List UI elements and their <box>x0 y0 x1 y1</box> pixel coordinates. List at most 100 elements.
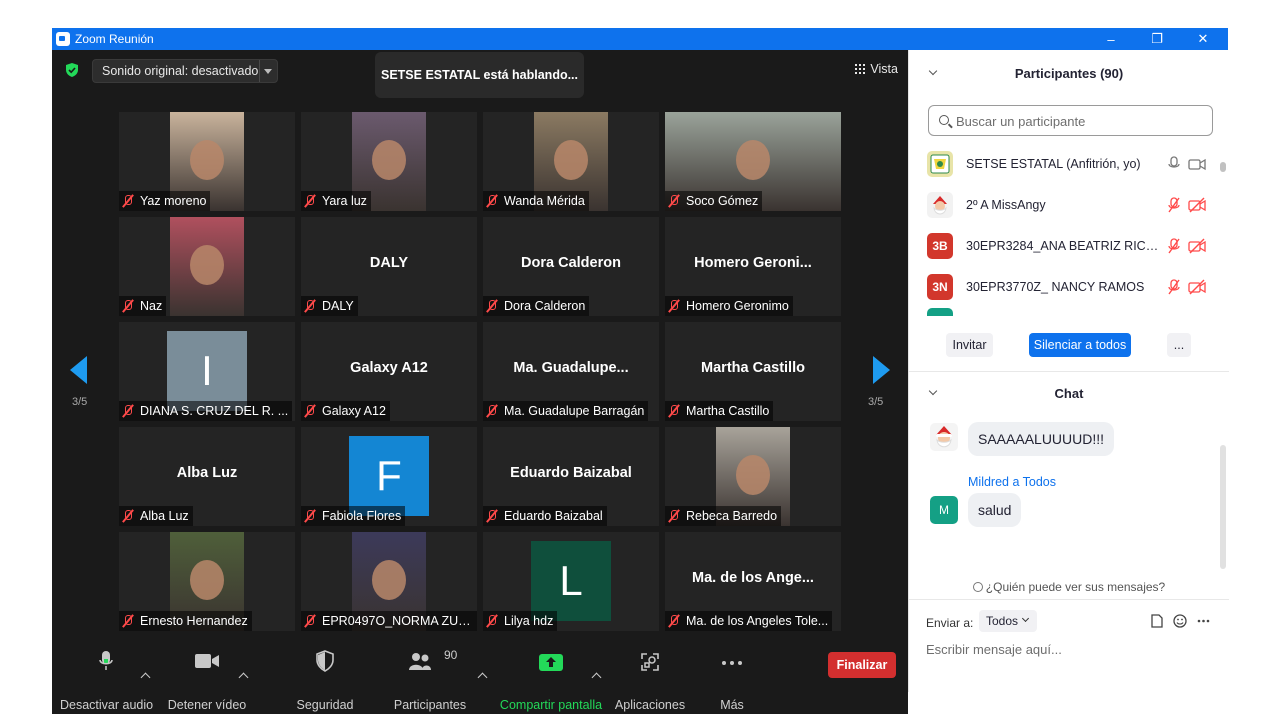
mic-muted-icon <box>668 404 680 418</box>
participant-display-name: Martha Castillo <box>701 360 805 376</box>
video-off-icon[interactable] <box>1188 238 1206 254</box>
video-tile[interactable]: Homero Geroni... Homero Geronimo <box>665 217 841 316</box>
apps-button[interactable]: Aplicaciones <box>614 634 686 714</box>
stop-video-button[interactable]: Detener vídeo <box>164 634 250 714</box>
video-tile[interactable]: Ernesto Hernandez <box>119 532 295 631</box>
mic-muted-icon <box>668 614 680 628</box>
who-can-see-link[interactable]: ¿Quién puede ver sus mensajes? <box>909 580 1229 594</box>
send-to-label: Enviar a: <box>926 616 974 630</box>
close-button[interactable]: ✕ <box>1180 28 1226 50</box>
security-shield-icon <box>316 650 334 672</box>
participant-name: DALY <box>322 299 354 313</box>
video-off-icon[interactable] <box>1188 197 1206 213</box>
original-sound-button[interactable]: Sonido original: desactivado <box>92 59 278 83</box>
participant-name: Eduardo Baizabal <box>504 509 603 523</box>
participant-list-scrollbar[interactable] <box>1220 162 1226 172</box>
participants-button[interactable]: 90 Participantes <box>390 634 470 714</box>
grid-view-icon <box>855 64 866 74</box>
meeting-toolbar: Desactivar audio Detener vídeo Seguridad <box>52 634 908 714</box>
video-tile[interactable]: Ma. Guadalupe... Ma. Guadalupe Barragán <box>483 322 659 421</box>
santa-avatar-icon <box>930 423 958 451</box>
security-button[interactable]: Seguridad <box>288 634 362 714</box>
zoom-app-icon <box>56 32 70 46</box>
video-tile[interactable]: Martha Castillo Martha Castillo <box>665 322 841 421</box>
video-tile[interactable]: Wanda Mérida <box>483 112 659 211</box>
video-tile[interactable]: Naz <box>119 217 295 316</box>
mic-muted-icon[interactable] <box>1167 279 1181 295</box>
video-camera-icon[interactable] <box>1188 156 1206 172</box>
participant-nameplate: Dora Calderon <box>483 296 590 316</box>
mic-muted-icon <box>668 194 680 208</box>
mic-muted-icon <box>668 509 680 523</box>
video-tile[interactable]: Yaz moreno <box>119 112 295 211</box>
participant-row[interactable]: 3N 30EPR3770Z_ NANCY RAMOS <box>909 267 1221 308</box>
send-to-dropdown[interactable]: Todos <box>979 610 1037 632</box>
participant-row[interactable]: 2º A MissAngy <box>909 185 1221 226</box>
participants-options-chevron-icon[interactable] <box>477 672 488 683</box>
participant-row[interactable]: SETSE ESTATAL (Anfitrión, yo) <box>909 144 1221 185</box>
chat-message-input[interactable]: Escribir mensaje aquí... <box>926 642 1062 657</box>
participant-name: 30EPR3284_ANA BEATRIZ RICAR... <box>966 239 1162 253</box>
video-tile[interactable]: Ma. de los Ange... Ma. de los Angeles Tol… <box>665 532 841 631</box>
participant-display-name: Ma. Guadalupe... <box>513 360 629 376</box>
participant-face <box>554 140 588 180</box>
end-meeting-button[interactable]: Finalizar <box>828 652 896 678</box>
participant-avatar: L <box>531 541 611 621</box>
participants-more-button[interactable]: ... <box>1167 333 1191 357</box>
participant-name: Yara luz <box>322 194 367 208</box>
search-icon <box>939 115 949 125</box>
chat-scrollbar[interactable] <box>1220 445 1226 569</box>
mic-muted-icon[interactable] <box>1167 238 1181 254</box>
video-tile[interactable]: Soco Gómez <box>665 112 841 211</box>
next-page-arrow-icon[interactable] <box>873 356 890 384</box>
emoji-icon[interactable] <box>1173 614 1187 628</box>
participant-name: Rebeca Barredo <box>686 509 778 523</box>
participant-face <box>190 140 224 180</box>
restore-button[interactable]: ❐ <box>1134 28 1180 50</box>
invite-button[interactable]: Invitar <box>946 333 993 357</box>
more-button[interactable]: Más <box>708 634 756 714</box>
video-tile[interactable]: L Lilya hdz <box>483 532 659 631</box>
video-tile[interactable]: Dora Calderon Dora Calderon <box>483 217 659 316</box>
mic-muted-icon[interactable] <box>1167 197 1181 213</box>
share-screen-label: Compartir pantalla <box>499 698 603 712</box>
participant-row[interactable]: 3B 30EPR3284_ANA BEATRIZ RICAR... <box>909 226 1221 267</box>
mic-muted-icon <box>304 509 316 523</box>
participant-nameplate: Homero Geronimo <box>665 296 793 316</box>
participant-name: 2º A MissAngy <box>966 198 1046 212</box>
participant-name: Galaxy A12 <box>322 404 386 418</box>
participant-display-name: Ma. de los Ange... <box>692 570 814 586</box>
video-tile[interactable]: Galaxy A12 Galaxy A12 <box>301 322 477 421</box>
video-tile[interactable]: Yara luz <box>301 112 477 211</box>
video-tile[interactable]: Alba Luz Alba Luz <box>119 427 295 526</box>
mic-muted-icon <box>304 404 316 418</box>
participant-nameplate: Eduardo Baizabal <box>483 506 607 526</box>
chevron-down-icon[interactable] <box>264 69 272 74</box>
participant-nameplate: Ma. Guadalupe Barragán <box>483 401 649 421</box>
speaking-banner: SETSE ESTATAL está hablando... <box>375 52 584 98</box>
file-icon[interactable] <box>1151 614 1163 628</box>
participant-avatar: 3N <box>927 274 953 300</box>
participant-nameplate: Fabiola Flores <box>301 506 406 526</box>
mute-all-button[interactable]: Silenciar a todos <box>1029 333 1131 357</box>
participant-search-input[interactable]: Buscar un participante <box>928 105 1213 136</box>
video-off-icon[interactable] <box>1188 279 1206 295</box>
chat-more-icon[interactable] <box>1197 619 1210 623</box>
video-tile[interactable]: Rebeca Barredo <box>665 427 841 526</box>
participant-name: Dora Calderon <box>504 299 586 313</box>
microphone-icon[interactable] <box>1167 156 1181 172</box>
previous-page-arrow-icon[interactable] <box>70 356 87 384</box>
minimize-button[interactable]: – <box>1088 28 1134 50</box>
participant-name: Yaz moreno <box>140 194 207 208</box>
participant-name: Ma. Guadalupe Barragán <box>504 404 645 418</box>
video-tile[interactable]: Eduardo Baizabal Eduardo Baizabal <box>483 427 659 526</box>
video-tile[interactable]: EPR0497O_NORMA ZUZ... <box>301 532 477 631</box>
security-label: Seguridad <box>296 698 354 712</box>
video-tile[interactable]: DALY DALY <box>301 217 477 316</box>
video-tile[interactable]: I DIANA S. CRUZ DEL R. ... <box>119 322 295 421</box>
encryption-shield-icon[interactable] <box>64 62 80 78</box>
video-tile[interactable]: F Fabiola Flores <box>301 427 477 526</box>
share-screen-button[interactable]: Compartir pantalla <box>498 634 604 714</box>
view-button[interactable]: Vista <box>855 62 898 76</box>
mute-audio-button[interactable]: Desactivar audio <box>60 634 153 714</box>
